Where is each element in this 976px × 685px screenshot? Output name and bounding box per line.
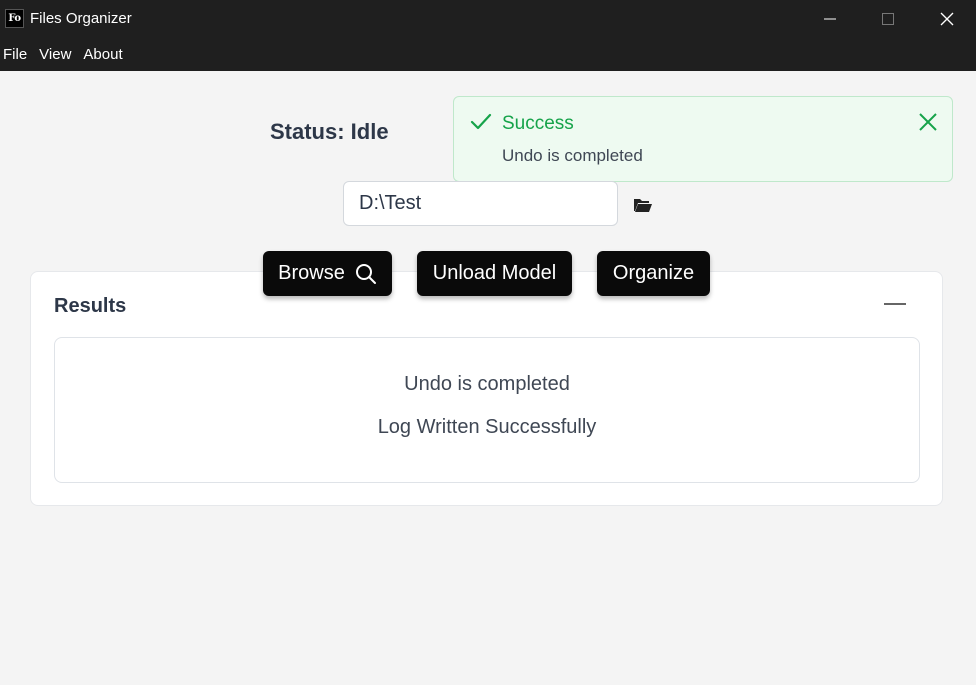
- window-title: Files Organizer: [30, 10, 132, 27]
- result-line: Undo is completed: [404, 373, 570, 395]
- toast-message: Undo is completed: [502, 146, 643, 165]
- maximize-icon: [882, 13, 894, 25]
- unload-model-button[interactable]: Unload Model: [417, 251, 572, 296]
- results-panel: Results Undo is completed Log Written Su…: [30, 271, 943, 506]
- menu-about[interactable]: About: [80, 46, 128, 63]
- browse-label: Browse: [278, 262, 345, 284]
- menu-file[interactable]: File: [0, 46, 33, 63]
- organize-button[interactable]: Organize: [597, 251, 710, 296]
- browse-button[interactable]: Browse: [263, 251, 392, 296]
- results-log-box: Undo is completed Log Written Successful…: [54, 337, 920, 483]
- minus-icon: [884, 303, 906, 305]
- menu-bar: File View About: [0, 38, 976, 71]
- minimize-button[interactable]: [801, 0, 859, 38]
- app-logo-icon: Fo: [5, 9, 24, 28]
- results-title: Results: [54, 295, 127, 317]
- organize-label: Organize: [612, 262, 695, 284]
- title-bar: Fo Files Organizer: [0, 0, 976, 38]
- collapse-results-button[interactable]: [883, 295, 907, 313]
- search-icon: [355, 263, 376, 284]
- success-toast: Success Undo is completed: [453, 96, 953, 182]
- minimize-icon: [824, 18, 836, 20]
- folder-open-icon: [634, 199, 652, 212]
- check-icon: [470, 113, 492, 130]
- toast-close-button[interactable]: [916, 110, 940, 134]
- menu-view[interactable]: View: [36, 46, 77, 63]
- unload-model-label: Unload Model: [432, 262, 557, 284]
- open-folder-button[interactable]: [632, 196, 654, 214]
- toast-title: Success: [502, 113, 574, 134]
- close-icon: [919, 113, 937, 131]
- maximize-button[interactable]: [859, 0, 917, 38]
- status-label: Status: Idle: [270, 119, 389, 144]
- close-icon: [940, 12, 954, 26]
- close-window-button[interactable]: [918, 0, 976, 38]
- result-line: Log Written Successfully: [377, 416, 597, 438]
- folder-path-input[interactable]: [343, 181, 618, 226]
